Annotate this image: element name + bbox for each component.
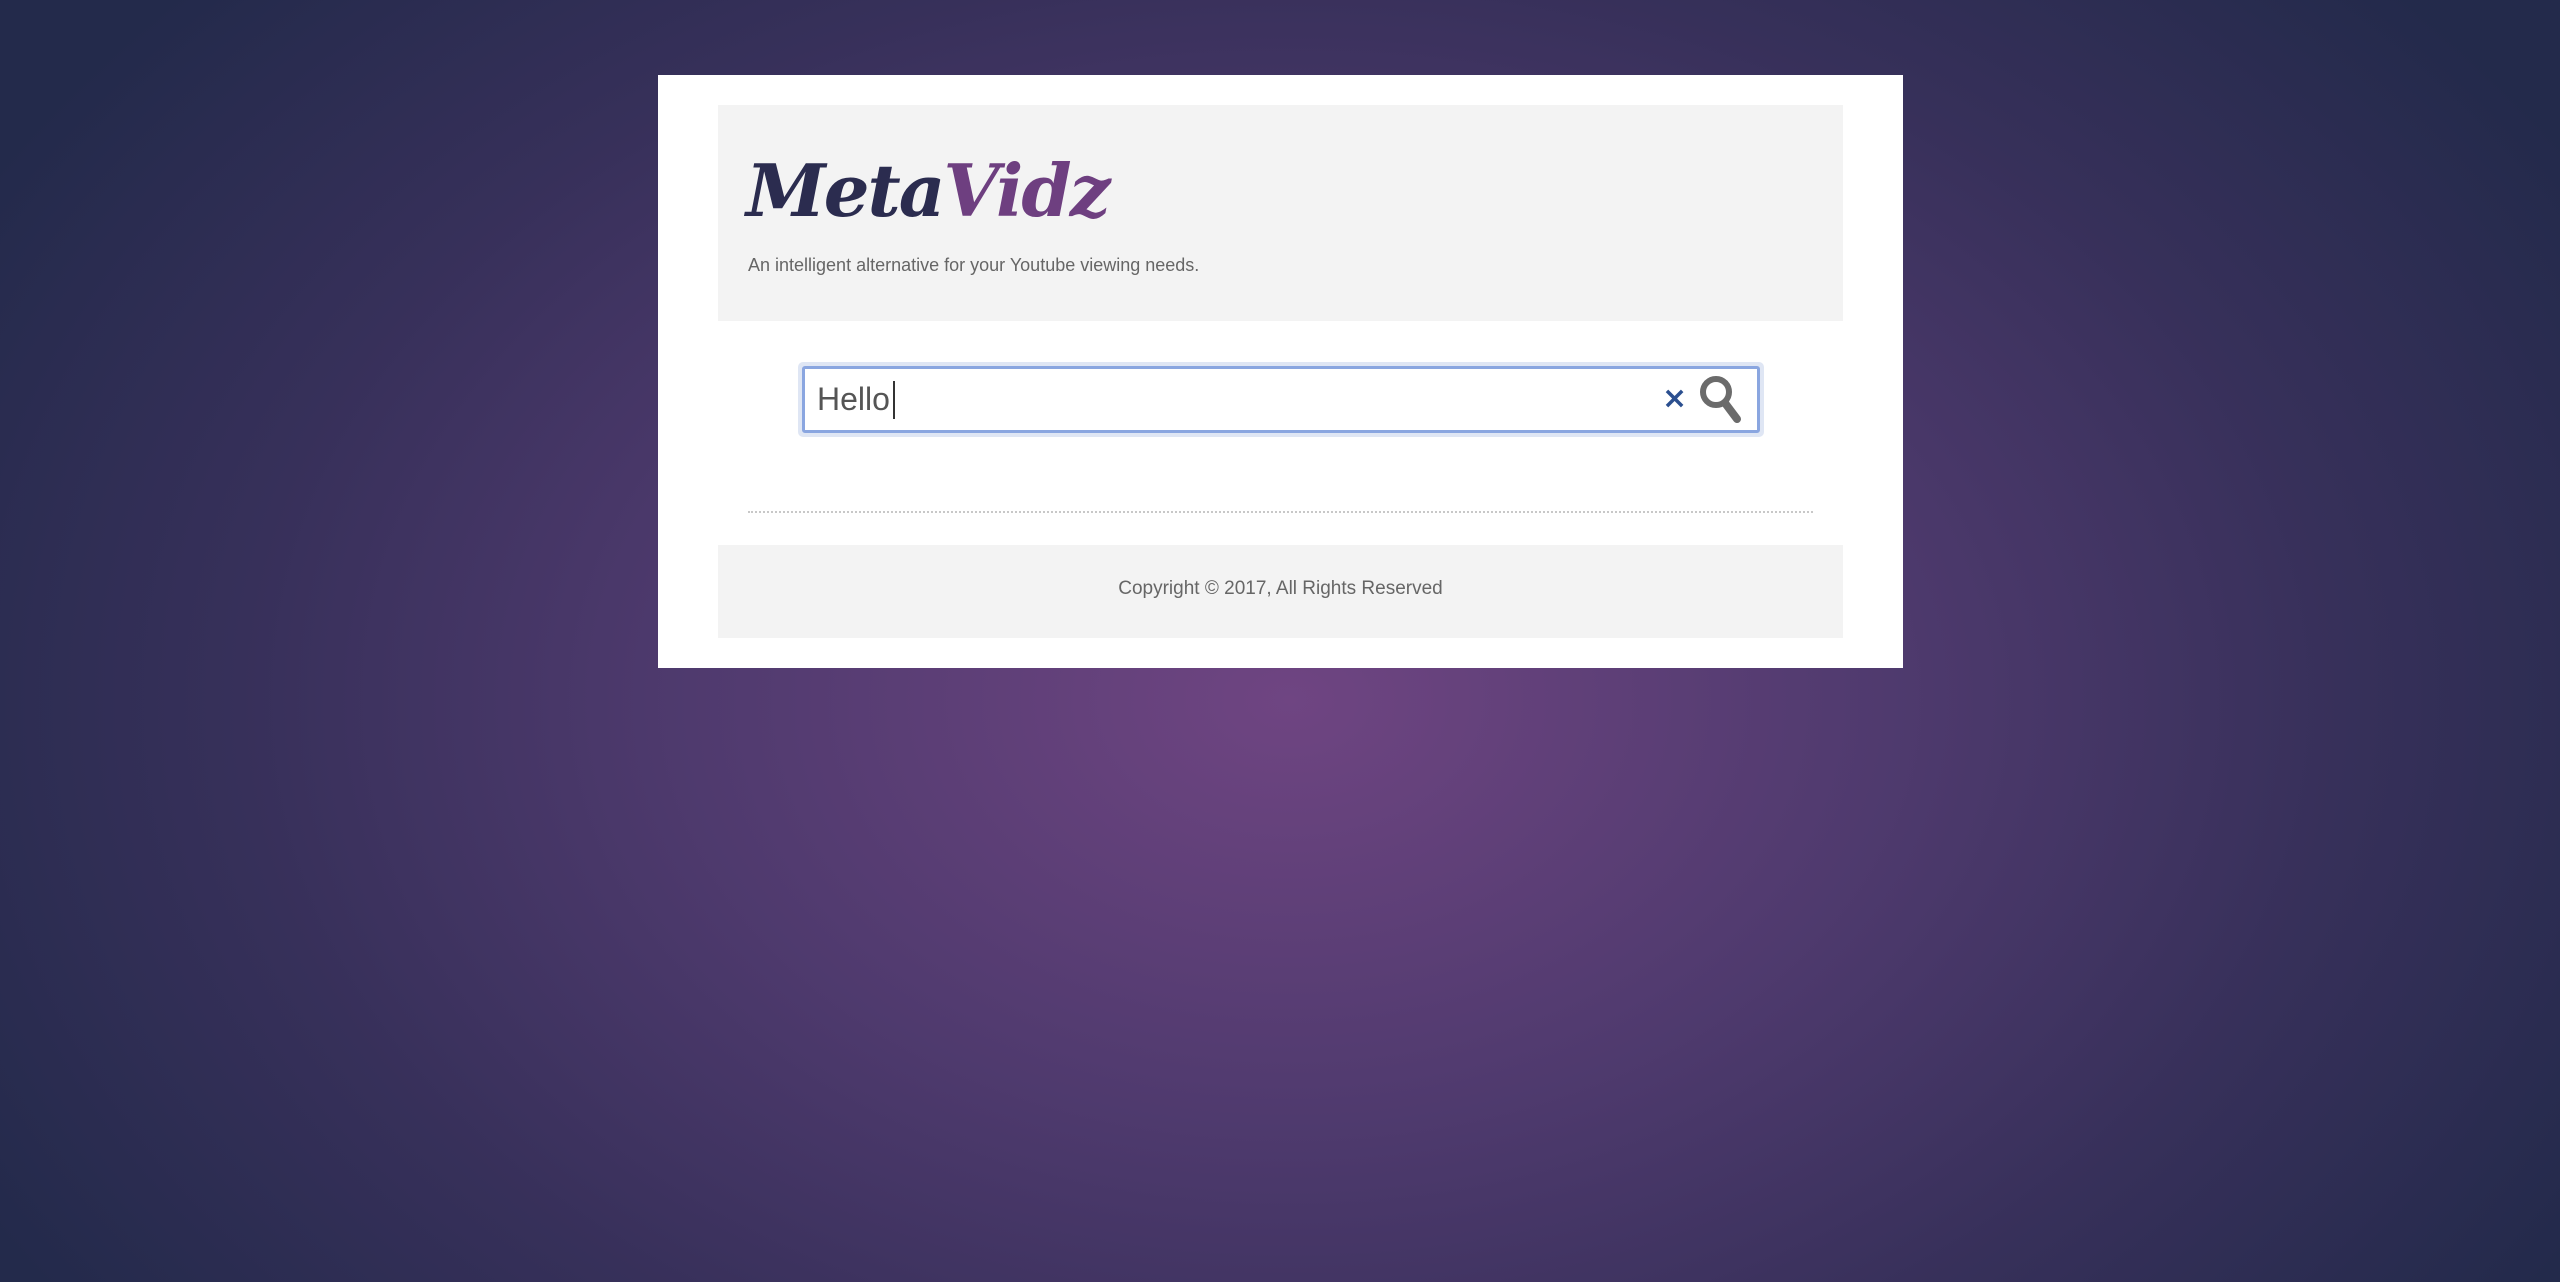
logo-vidz: Vidz [943,148,1110,233]
search-box: × [802,366,1760,433]
search-icon[interactable] [1698,374,1742,424]
logo: MetaVidz [746,155,1111,227]
close-icon[interactable]: × [1662,379,1687,419]
divider [748,511,1813,513]
header: MetaVidz An intelligent alternative for … [718,105,1843,321]
search-input[interactable] [817,379,1637,419]
main-card: MetaVidz An intelligent alternative for … [658,75,1903,668]
search-bar: × [798,362,1764,437]
logo-meta: Meta [746,148,945,233]
tagline: An intelligent alternative for your Yout… [748,255,1200,275]
text-caret [893,381,895,419]
footer: Copyright © 2017, All Rights Reserved [718,545,1843,638]
copyright-text: Copyright © 2017, All Rights Reserved [1118,578,1443,599]
